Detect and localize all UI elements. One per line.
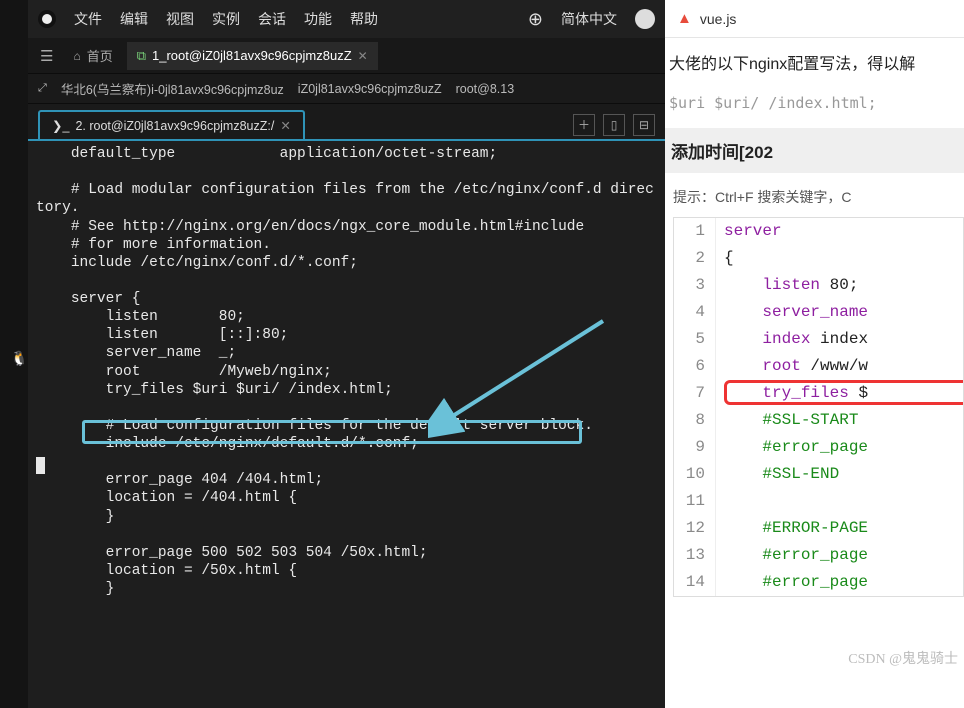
tabstrip: ☰ ⌂ 首页 ⧉ 1_root@iZ0jl81avx9c96cpjmz8uzZ ✕	[28, 38, 665, 74]
code-cell: {	[716, 245, 734, 272]
watermark: CSDN @鬼鬼骑士	[848, 648, 958, 668]
tab-label: 1_root@iZ0jl81avx9c96cpjmz8uzZ	[152, 48, 352, 63]
code-listing[interactable]: 1server2{3 listen 80;4 server_name5 inde…	[673, 217, 964, 597]
gutter-line-number: 7	[674, 380, 716, 407]
gutter-line-number: 4	[674, 299, 716, 326]
gutter-line-number: 12	[674, 515, 716, 542]
code-cell: #error_page	[716, 434, 868, 461]
code-cell: #SSL-END	[716, 461, 839, 488]
addtime-banner: 添加时间[202	[665, 128, 964, 173]
code-cell: #ERROR-PAGE	[716, 515, 868, 542]
menu-function[interactable]: 功能	[304, 9, 332, 29]
code-cell: index index	[716, 326, 868, 353]
code-row: 12 #ERROR-PAGE	[674, 515, 963, 542]
browser-pane: ▲ vue.js 大佬的以下nginx配置写法，得以解 $uri $uri/ /…	[665, 0, 964, 708]
gutter-line-number: 8	[674, 407, 716, 434]
tab-label: 首页	[87, 46, 113, 65]
code-cell: root /www/w	[716, 353, 868, 380]
gutter-line-number: 11	[674, 488, 716, 515]
hamburger-icon[interactable]: ☰	[34, 43, 59, 69]
breadcrumb: ⤢ 华北6(乌兰察布)i-0jl81avx9c96cpjmz8uz iZ0jl8…	[28, 74, 665, 104]
code-cell: listen 80;	[716, 272, 858, 299]
home-icon: ⌂	[73, 49, 80, 63]
crumb-host[interactable]: iZ0jl81avx9c96cpjmz8uzZ	[298, 82, 442, 96]
gutter-line-number: 10	[674, 461, 716, 488]
highlight-box	[82, 420, 582, 444]
crumb-region[interactable]: 华北6(乌兰察布)i-0jl81avx9c96cpjmz8uz	[61, 79, 284, 98]
code-cell: server_name	[716, 299, 868, 326]
flame-icon: ▲	[677, 10, 692, 27]
browser-tab[interactable]: ▲ vue.js	[665, 0, 964, 38]
split-add-icon[interactable]: ＋	[573, 114, 595, 136]
code-cell: #error_page	[716, 569, 868, 596]
app-body: 文件 编辑 视图 实例 会话 功能 帮助 ⊕ 简体中文 ☰ ⌂ 首页 ⧉ 1_ro…	[28, 0, 665, 708]
menu-view[interactable]: 视图	[166, 9, 194, 29]
terminal-pane[interactable]: default_type application/octet-stream; #…	[28, 139, 665, 708]
browser-tab-title: vue.js	[700, 11, 737, 27]
menu-help[interactable]: 帮助	[350, 9, 378, 29]
app-logo-icon	[38, 10, 56, 28]
code-row: 8 #SSL-START	[674, 407, 963, 434]
code-row: 6 root /www/w	[674, 353, 963, 380]
code-cell: #SSL-START	[716, 407, 858, 434]
browser-content: 大佬的以下nginx配置写法，得以解 $uri $uri/ /index.htm…	[665, 38, 964, 597]
code-row: 14 #error_page	[674, 569, 963, 596]
avatar[interactable]	[635, 9, 655, 29]
gutter-line-number: 3	[674, 272, 716, 299]
menu-edit[interactable]: 编辑	[120, 9, 148, 29]
add-icon[interactable]: ⊕	[528, 9, 543, 30]
crumb-user[interactable]: root@8.13	[456, 82, 515, 96]
code-row: 3 listen 80;	[674, 272, 963, 299]
close-icon[interactable]: ✕	[280, 118, 290, 133]
terminal-cursor	[36, 457, 45, 474]
menu-instance[interactable]: 实例	[212, 9, 240, 29]
article-heading: 大佬的以下nginx配置写法，得以解	[665, 48, 964, 88]
code-cell: server	[716, 218, 782, 245]
code-row: 7 try_files $	[674, 380, 963, 407]
gutter-line-number: 9	[674, 434, 716, 461]
code-cell	[716, 488, 724, 515]
tab-session[interactable]: ⧉ 1_root@iZ0jl81avx9c96cpjmz8uzZ ✕	[127, 42, 378, 70]
gutter-line-number: 14	[674, 569, 716, 596]
language-switch[interactable]: 简体中文	[561, 9, 617, 29]
terminal-output: default_type application/octet-stream; #…	[36, 145, 657, 598]
code-row: 13 #error_page	[674, 542, 963, 569]
gutter-line-number: 6	[674, 353, 716, 380]
terminal-app: 🐧 ◔ 当前页面 ✓ 最近登录 ≡ 我的实例 文件 编辑 视图 实例 会话 功能…	[0, 0, 665, 708]
menu-file[interactable]: 文件	[74, 9, 102, 29]
menubar: 文件 编辑 视图 实例 会话 功能 帮助 ⊕ 简体中文	[28, 0, 665, 38]
code-row: 4 server_name	[674, 299, 963, 326]
code-row: 10 #SSL-END	[674, 461, 963, 488]
split-vertical-icon[interactable]: ⊟	[633, 114, 655, 136]
code-row: 5 index index	[674, 326, 963, 353]
code-row: 11	[674, 488, 963, 515]
terminal-icon: ⧉	[137, 48, 146, 64]
terminal-tab-active[interactable]: ❯_ 2. root@iZ0jl81avx9c96cpjmz8uzZ:/ ✕	[38, 110, 305, 139]
highlight-red-box	[724, 380, 963, 405]
prompt-icon: ❯_	[52, 118, 69, 133]
code-row: 2{	[674, 245, 963, 272]
gutter-line-number: 2	[674, 245, 716, 272]
gutter-line-number: 13	[674, 542, 716, 569]
gutter-line-number: 1	[674, 218, 716, 245]
penguin-icon: 🐧	[11, 350, 28, 367]
split-horizontal-icon[interactable]: ▯	[603, 114, 625, 136]
terminal-tabs: ❯_ 2. root@iZ0jl81avx9c96cpjmz8uzZ:/ ✕ ＋…	[28, 104, 665, 139]
code-row: 1server	[674, 218, 963, 245]
expand-icon[interactable]: ⤢	[38, 82, 47, 95]
inline-snippet: $uri $uri/ /index.html;	[665, 88, 964, 128]
tab-home[interactable]: ⌂ 首页	[63, 40, 122, 71]
terminal-tab-label: 2. root@iZ0jl81avx9c96cpjmz8uzZ:/	[75, 119, 274, 133]
gutter-line-number: 5	[674, 326, 716, 353]
sidebar-rail: 🐧 ◔ 当前页面 ✓ 最近登录 ≡ 我的实例	[0, 0, 28, 708]
code-row: 9 #error_page	[674, 434, 963, 461]
close-icon[interactable]: ✕	[358, 49, 368, 63]
menu-session[interactable]: 会话	[258, 9, 286, 29]
search-hint: 提示：Ctrl+F 搜索关键字，C	[665, 173, 964, 217]
code-cell: #error_page	[716, 542, 868, 569]
